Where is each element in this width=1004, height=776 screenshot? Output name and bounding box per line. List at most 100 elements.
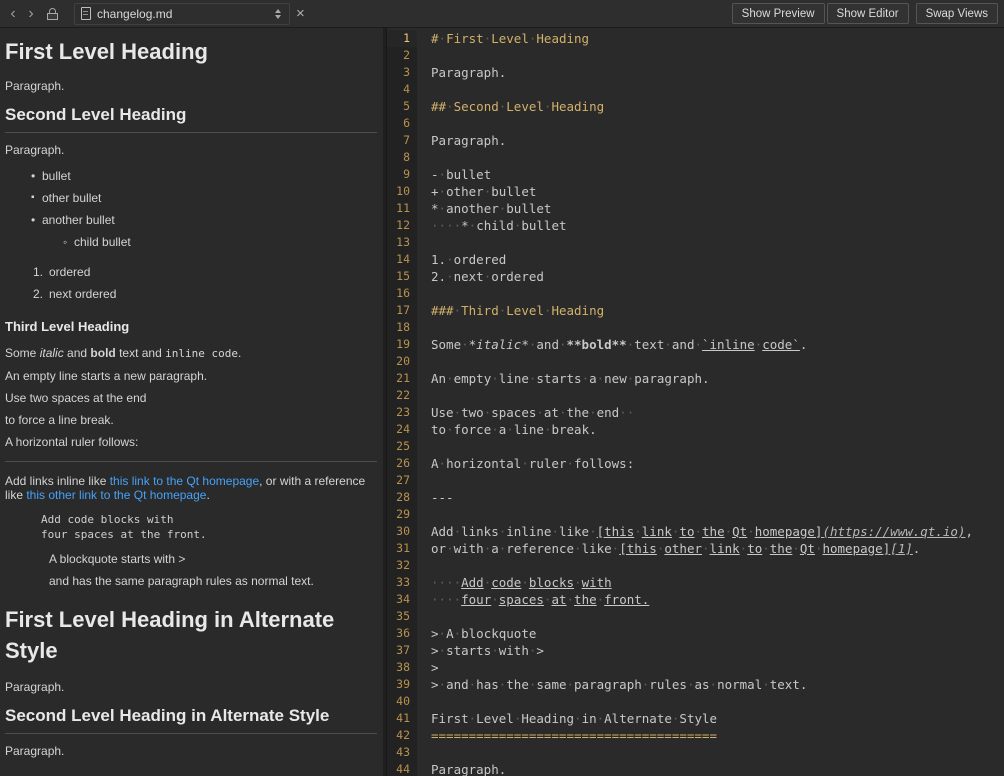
whitespace-dot: ·: [702, 540, 710, 557]
line-content: -·bullet: [417, 166, 1004, 183]
line-content: [417, 234, 1004, 251]
editor-line[interactable]: 36>·A·blockquote: [387, 625, 1004, 642]
editor-line[interactable]: 42======================================: [387, 727, 1004, 744]
editor-line[interactable]: 33····Add·code·blocks·with: [387, 574, 1004, 591]
whitespace-dot: ·: [657, 540, 665, 557]
updown-arrows-icon[interactable]: [273, 9, 283, 19]
editor-line[interactable]: 35: [387, 608, 1004, 625]
editor-line[interactable]: 27: [387, 472, 1004, 489]
editor-line[interactable]: 28---: [387, 489, 1004, 506]
editor-line[interactable]: 29: [387, 506, 1004, 523]
editor-line[interactable]: 11*·another·bullet: [387, 200, 1004, 217]
editor-line[interactable]: 16: [387, 285, 1004, 302]
list-item: 1.ordered: [33, 261, 377, 283]
editor-line[interactable]: 22: [387, 387, 1004, 404]
editor-line[interactable]: 23Use·two·spaces·at·the·end··: [387, 404, 1004, 421]
editor-line[interactable]: 26A·horizontal·ruler·follows:: [387, 455, 1004, 472]
editor-line[interactable]: 7Paragraph.: [387, 132, 1004, 149]
editor-line[interactable]: 141.·ordered: [387, 251, 1004, 268]
whitespace-dot: ·: [792, 540, 800, 557]
line-content: Use·two·spaces·at·the·end··: [417, 404, 1004, 421]
list-item: 2.next ordered: [33, 283, 377, 305]
editor-line[interactable]: 43: [387, 744, 1004, 761]
editor-line[interactable]: 3Paragraph.: [387, 64, 1004, 81]
swap-views-button[interactable]: Swap Views: [916, 3, 998, 24]
code-segment: >·and·has·the·same·paragraph·rules·as·no…: [431, 677, 807, 692]
editor-line[interactable]: 32: [387, 557, 1004, 574]
open-document-selector[interactable]: changelog.md: [74, 3, 290, 25]
editor-line[interactable]: 39 >·and·has·the·same·paragraph·rules·as·…: [387, 676, 1004, 693]
editor-line[interactable]: 41First·Level·Heading·in·Alternate·Style: [387, 710, 1004, 727]
whitespace-dot: ·: [567, 591, 575, 608]
editor-line[interactable]: 6: [387, 115, 1004, 132]
code-segment: An·empty·line·starts·a·new·paragraph.: [431, 371, 710, 386]
editor-line[interactable]: 9-·bullet: [387, 166, 1004, 183]
line-number: 42: [387, 727, 417, 744]
close-document-icon[interactable]: ×: [296, 5, 305, 22]
back-icon[interactable]: ‹: [4, 6, 22, 22]
code-segment: >·starts·with·>: [431, 643, 544, 658]
qt-homepage-reference-link[interactable]: this other link to the Qt homepage: [26, 488, 206, 502]
preview-paragraph: Paragraph.: [5, 680, 377, 694]
editor-line[interactable]: 12····*·child·bullet: [387, 217, 1004, 234]
editor-line[interactable]: 5##·Second·Level·Heading: [387, 98, 1004, 115]
editor-line[interactable]: 44Paragraph.: [387, 761, 1004, 776]
editor-line[interactable]: 17###·Third·Level·Heading: [387, 302, 1004, 319]
line-number: 39: [387, 676, 417, 693]
line-number: 19: [387, 336, 417, 353]
lock-icon[interactable]: [46, 7, 60, 21]
line-number: 35: [387, 608, 417, 625]
code-segment: to·force·a·line·break.: [431, 422, 597, 437]
line-content: [417, 285, 1004, 302]
list-item: another bullet: [42, 209, 377, 231]
whitespace-dot: ·: [469, 217, 477, 234]
editor-line[interactable]: 152.·next·ordered: [387, 268, 1004, 285]
line-number: 27: [387, 472, 417, 489]
list-item-text: child bullet: [74, 235, 131, 249]
whitespace-dot: ·: [446, 268, 454, 285]
editor-line[interactable]: 18: [387, 319, 1004, 336]
line-content: Some·*italic*·and·**bold**·text·and·`inl…: [417, 336, 1004, 353]
editor-line[interactable]: 20: [387, 353, 1004, 370]
whitespace-dot: ·: [687, 676, 695, 693]
code-segment: Paragraph.: [431, 762, 506, 776]
show-editor-button[interactable]: Show Editor: [827, 3, 909, 24]
preview-blockquote: A blockquote starts with > and has the s…: [49, 552, 377, 588]
whitespace-dot: ·: [514, 217, 522, 234]
editor-line[interactable]: 24to·force·a·line·break.: [387, 421, 1004, 438]
preview-paragraph: Paragraph.: [5, 143, 377, 157]
qt-homepage-link[interactable]: this link to the Qt homepage: [110, 474, 259, 488]
code-segment: .: [913, 541, 921, 556]
whitespace-dot: ·: [634, 523, 642, 540]
editor-line[interactable]: 31or·with·a·reference·like·[this·other·l…: [387, 540, 1004, 557]
whitespace-dot: ·: [694, 523, 702, 540]
code-segment: [this·other·link·to·the·Qt·homepage]: [619, 541, 890, 556]
line-number: 9: [387, 166, 417, 183]
editor-line[interactable]: 38>: [387, 659, 1004, 676]
editor-line[interactable]: 21An·empty·line·starts·a·new·paragraph.: [387, 370, 1004, 387]
editor-line[interactable]: 13: [387, 234, 1004, 251]
whitespace-dot: ·: [499, 200, 507, 217]
line-content: ======================================: [417, 727, 1004, 744]
whitespace-dot: ·: [499, 98, 507, 115]
editor-line[interactable]: 2: [387, 47, 1004, 64]
forward-icon[interactable]: ›: [22, 6, 40, 22]
markdown-editor-pane[interactable]: 1#·First·Level·Heading23Paragraph.45##·S…: [387, 28, 1004, 776]
editor-line[interactable]: 25: [387, 438, 1004, 455]
whitespace-dot: ·: [499, 302, 507, 319]
editor-line[interactable]: 40: [387, 693, 1004, 710]
editor-line[interactable]: 30Add·links·inline·like·[this·link·to·th…: [387, 523, 1004, 540]
editor-line[interactable]: 10+·other·bullet: [387, 183, 1004, 200]
whitespace-dot: ·: [589, 523, 597, 540]
line-content: An·empty·line·starts·a·new·paragraph.: [417, 370, 1004, 387]
whitespace-dot: ·: [484, 540, 492, 557]
editor-line[interactable]: 1#·First·Level·Heading: [387, 30, 1004, 47]
editor-line[interactable]: 37>·starts·with·>: [387, 642, 1004, 659]
editor-line[interactable]: 19Some·*italic*·and·**bold**·text·and·`i…: [387, 336, 1004, 353]
editor-line[interactable]: 34····four·spaces·at·the·front.: [387, 591, 1004, 608]
code-segment: *italic*: [469, 337, 529, 352]
editor-line[interactable]: 8: [387, 149, 1004, 166]
markdown-preview-pane[interactable]: First Level Heading Paragraph. Second Le…: [0, 28, 383, 776]
editor-line[interactable]: 4: [387, 81, 1004, 98]
show-preview-button[interactable]: Show Preview: [732, 3, 825, 24]
